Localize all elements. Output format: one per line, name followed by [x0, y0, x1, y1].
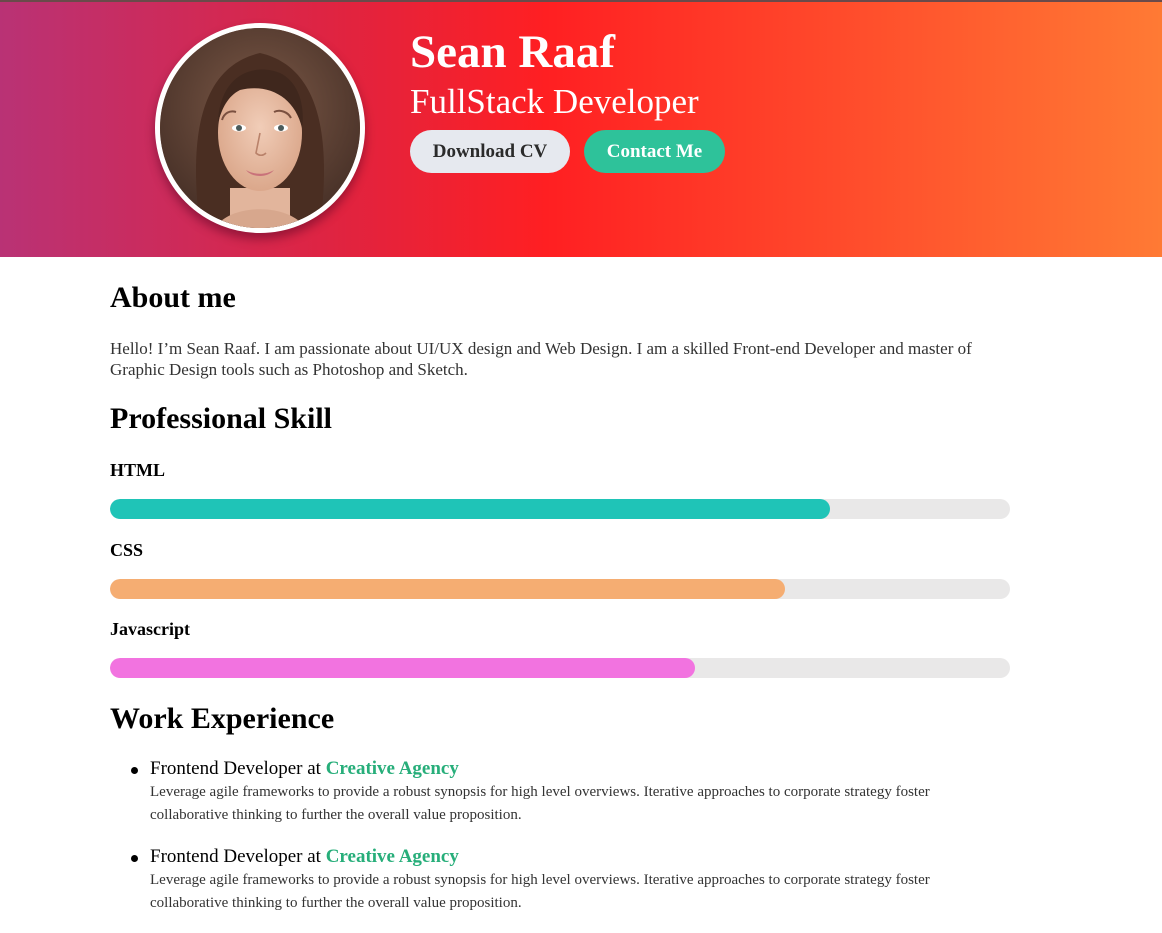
bullet-icon [131, 855, 138, 862]
skill-bar-css [110, 579, 1010, 599]
about-heading: About me [110, 281, 236, 314]
skills-heading: Professional Skill [110, 402, 332, 435]
experience-description: Leverage agile frameworks to provide a r… [150, 784, 930, 823]
experience-heading: Work Experience [110, 702, 335, 735]
experience-item: Frontend Developer at Creative Agency Le… [131, 845, 1010, 915]
experience-list: Frontend Developer at Creative Agency Le… [110, 757, 1010, 933]
skill-bar-fill-html [110, 499, 830, 519]
profile-header: Sean Raaf FullStack Developer Download C… [0, 2, 1162, 257]
skill-label-css: CSS [110, 540, 144, 560]
experience-item: Frontend Developer at Creative Agency Le… [131, 757, 1010, 827]
experience-connector: at [307, 758, 321, 779]
experience-title: Frontend Developer at Creative Agency [150, 845, 1010, 869]
experience-company-link[interactable]: Creative Agency [326, 846, 459, 867]
skill-bar-fill-javascript [110, 658, 695, 678]
skill-bar-javascript [110, 658, 1010, 678]
contact-me-button[interactable]: Contact Me [584, 130, 725, 173]
skill-bar-html [110, 499, 1010, 519]
skill-label-javascript: Javascript [110, 619, 190, 639]
skill-bar-fill-css [110, 579, 785, 599]
profile-role: FullStack Developer [410, 82, 699, 121]
experience-title: Frontend Developer at Creative Agency [150, 757, 1010, 781]
experience-description: Leverage agile frameworks to provide a r… [150, 872, 930, 911]
profile-photo [160, 28, 360, 228]
profile-name: Sean Raaf [410, 26, 615, 78]
experience-role: Frontend Developer [150, 758, 303, 779]
download-cv-button[interactable]: Download CV [410, 130, 570, 173]
bullet-icon [131, 767, 138, 774]
about-text: Hello! I’m Sean Raaf. I am passionate ab… [110, 339, 972, 379]
experience-connector: at [307, 846, 321, 867]
skill-label-html: HTML [110, 460, 166, 480]
experience-company-link[interactable]: Creative Agency [326, 758, 459, 779]
profile-avatar [155, 23, 365, 233]
experience-role: Frontend Developer [150, 846, 303, 867]
